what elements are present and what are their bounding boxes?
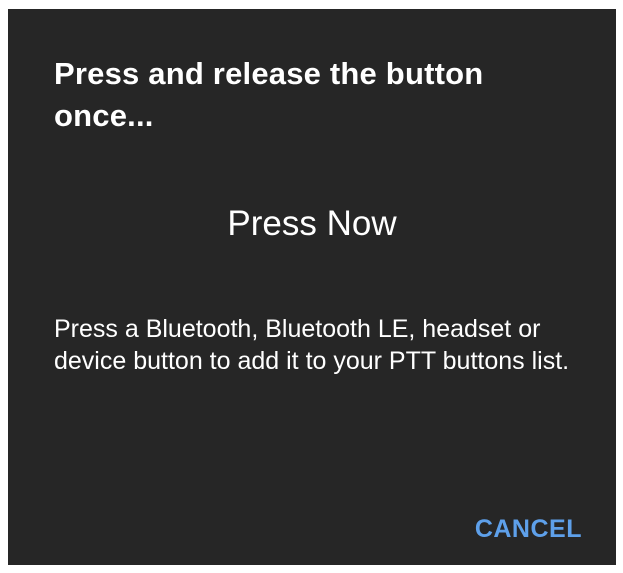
- press-now-status: Press Now: [227, 204, 397, 243]
- dialog-message: Press a Bluetooth, Bluetooth LE, headset…: [54, 315, 570, 375]
- add-ptt-button-dialog: Press and release the button once... Pre…: [8, 9, 616, 565]
- dialog-title: Press and release the button once...: [54, 56, 484, 133]
- cancel-button[interactable]: CANCEL: [469, 511, 588, 548]
